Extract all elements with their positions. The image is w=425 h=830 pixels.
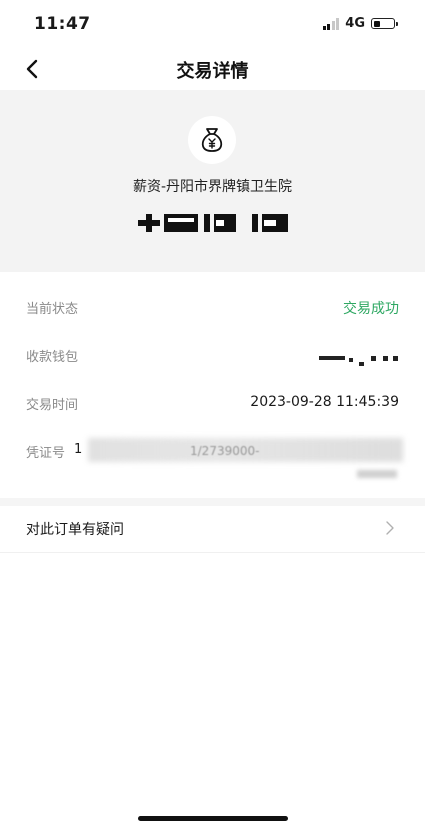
status-right: 4G [322,16,398,31]
time-value: 2023-09-28 11:45:39 [250,394,399,410]
battery-icon [371,18,398,29]
merchant-name: 薪资-丹阳市界牌镇卫生院 [132,179,293,195]
wallet-redacted [319,352,399,366]
transaction-details: 当前状态 交易成功 收款钱包 交易时间 2023-09-28 11:45:39 … [0,272,425,478]
chevron-right-icon [386,521,394,535]
voucher-redacted-line2 [357,470,397,478]
detail-row-voucher: 凭证号 1 1/2739000- [0,432,425,498]
amount-redacted [138,212,290,234]
section-divider [0,498,425,506]
order-question-button[interactable]: 对此订单有疑问 [0,506,425,552]
money-bag-icon [188,116,236,164]
detail-row-status: 当前状态 交易成功 [0,272,425,320]
signal-icon [322,17,340,30]
order-question-label: 对此订单有疑问 [26,522,124,538]
home-indicator[interactable] [138,816,288,821]
page-title: 交易详情 [176,61,249,82]
status-value: 交易成功 [343,301,399,317]
nav-bar: 交易详情 [0,48,425,90]
voucher-value: 1 [74,442,83,457]
status-label: 当前状态 [26,302,79,317]
voucher-label: 凭证号 [26,446,66,461]
wallet-label: 收款钱包 [26,350,79,365]
voucher-partial-text: 1/2739000- [190,444,260,458]
network-label: 4G [345,16,365,31]
battery-level [373,20,380,27]
detail-row-time: 交易时间 2023-09-28 11:45:39 [0,368,425,416]
divider [0,552,425,553]
status-time: 11:47 [34,14,91,34]
status-bar: 11:47 4G [0,0,425,48]
time-label: 交易时间 [26,398,79,413]
transaction-header: 薪资-丹阳市界牌镇卫生院 [0,90,425,272]
